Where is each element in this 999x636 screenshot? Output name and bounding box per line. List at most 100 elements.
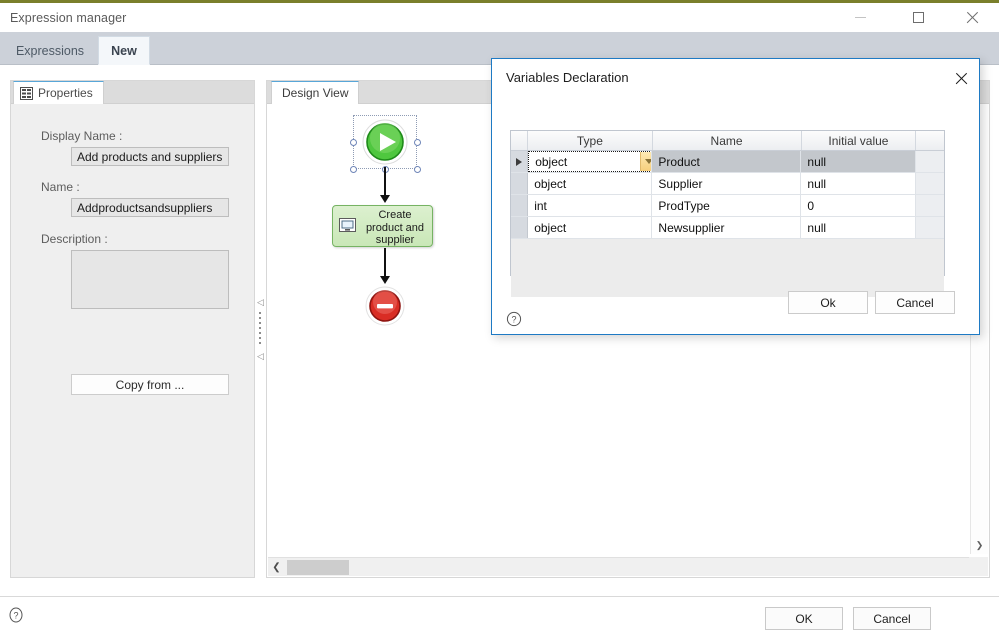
- selection-handle-bottom-right[interactable]: [414, 166, 421, 173]
- activity-screen-icon: [339, 218, 356, 232]
- cell-name[interactable]: Newsupplier: [652, 217, 802, 238]
- display-name-label: Display Name :: [41, 129, 123, 143]
- dialog-ok-label: Ok: [820, 295, 836, 310]
- name-input[interactable]: Addproductsandsuppliers: [71, 198, 229, 217]
- copy-from-button[interactable]: Copy from ...: [71, 374, 229, 395]
- stop-end-icon: [365, 286, 405, 326]
- cancel-button[interactable]: Cancel: [853, 607, 931, 630]
- svg-text:?: ?: [511, 314, 516, 324]
- table-header-initial-value[interactable]: Initial value: [801, 131, 917, 150]
- table-header-pad: [916, 131, 944, 150]
- close-icon: [966, 11, 979, 24]
- dialog-title: Variables Declaration: [506, 70, 629, 85]
- drag-grip-icon[interactable]: [259, 312, 261, 346]
- table-row[interactable]: object Product null: [511, 151, 945, 173]
- type-combobox[interactable]: object: [528, 151, 652, 172]
- cell-pad: [916, 151, 945, 172]
- chevron-left-icon[interactable]: ❮: [270, 561, 283, 574]
- cell-pad: [916, 173, 945, 194]
- ok-button[interactable]: OK: [765, 607, 843, 630]
- selection-handle-bottom-left[interactable]: [350, 166, 357, 173]
- minimize-icon: [854, 17, 866, 18]
- dialog-ok-button[interactable]: Ok: [788, 291, 868, 314]
- window-title: Expression manager: [10, 11, 127, 25]
- table-empty-area: [511, 239, 944, 297]
- cell-type[interactable]: object: [528, 151, 653, 172]
- cell-name[interactable]: ProdType: [652, 195, 802, 216]
- dialog-close-button[interactable]: [949, 66, 973, 90]
- properties-grid-icon: [20, 86, 33, 100]
- variables-table[interactable]: Type Name Initial value object Product n…: [510, 130, 945, 297]
- horizontal-scroll-thumb[interactable]: [287, 560, 349, 575]
- tab-new[interactable]: New: [98, 36, 150, 65]
- start-node[interactable]: [361, 118, 409, 166]
- maximize-icon: [912, 12, 924, 23]
- chevron-down-icon: [645, 159, 652, 164]
- type-combobox-value: object: [535, 154, 568, 169]
- help-question-icon[interactable]: ?: [8, 607, 24, 623]
- scrollbar-corner: [969, 557, 988, 576]
- close-window-button[interactable]: [949, 3, 995, 32]
- tab-expressions-label: Expressions: [15, 43, 85, 58]
- table-row[interactable]: object Newsupplier null: [511, 217, 945, 239]
- cell-type[interactable]: object: [528, 217, 653, 238]
- activity-node[interactable]: Create product and supplier: [332, 205, 433, 247]
- description-input[interactable]: [71, 250, 229, 309]
- footer-bar: ? OK Cancel: [0, 596, 999, 636]
- selection-handle-left[interactable]: [350, 139, 357, 146]
- design-view-tab-label: Design View: [282, 86, 349, 100]
- tab-properties[interactable]: Properties: [13, 81, 104, 104]
- cell-initial-value[interactable]: null: [801, 173, 917, 194]
- cell-initial-value[interactable]: 0: [801, 195, 917, 216]
- properties-panel: Properties Display Name : Add products a…: [10, 80, 255, 578]
- table-header-type[interactable]: Type: [528, 131, 653, 150]
- connector-activity-to-end: [384, 248, 386, 278]
- help-question-icon[interactable]: ?: [506, 311, 522, 327]
- collapse-left-arrow-icon-2[interactable]: ◁: [257, 352, 264, 361]
- variables-declaration-dialog: Variables Declaration Add Remove Type Na…: [491, 58, 980, 335]
- cell-name[interactable]: Product: [652, 151, 802, 172]
- dialog-cancel-label: Cancel: [896, 295, 934, 310]
- end-node[interactable]: [365, 286, 405, 326]
- cell-pad: [916, 195, 945, 216]
- ok-button-label: OK: [795, 611, 813, 626]
- cancel-button-label: Cancel: [873, 611, 911, 626]
- table-row[interactable]: object Supplier null: [511, 173, 945, 195]
- cell-type[interactable]: object: [528, 173, 653, 194]
- cell-initial-value[interactable]: null: [801, 217, 917, 238]
- cell-type[interactable]: int: [528, 195, 653, 216]
- row-selector-cell[interactable]: [511, 151, 529, 172]
- design-horizontal-scrollbar[interactable]: ❮ ❯: [268, 557, 988, 576]
- row-selector-cell[interactable]: [511, 173, 529, 194]
- dialog-cancel-button[interactable]: Cancel: [875, 291, 955, 314]
- type-dropdown-button[interactable]: [640, 152, 652, 171]
- cell-initial-value[interactable]: null: [801, 151, 917, 172]
- table-header-name[interactable]: Name: [652, 131, 802, 150]
- row-selector-arrow-icon: [516, 157, 523, 166]
- row-selector-cell[interactable]: [511, 217, 529, 238]
- tab-expressions[interactable]: Expressions: [5, 36, 95, 65]
- connector-arrowhead-2: [380, 276, 390, 284]
- copy-from-label: Copy from ...: [115, 377, 185, 392]
- tab-design-view[interactable]: Design View: [271, 81, 360, 104]
- properties-tab-label: Properties: [38, 86, 93, 100]
- cell-name[interactable]: Supplier: [652, 173, 802, 194]
- table-header-selector: [511, 131, 529, 150]
- name-label: Name :: [41, 180, 80, 194]
- maximize-button[interactable]: [895, 3, 941, 32]
- chevron-down-icon[interactable]: ❯: [971, 537, 988, 554]
- minimize-button[interactable]: [837, 3, 883, 32]
- properties-body: Display Name : Add products and supplier…: [11, 104, 254, 577]
- svg-text:?: ?: [13, 611, 18, 621]
- title-bar: Expression manager: [0, 3, 999, 33]
- play-start-icon: [362, 119, 408, 165]
- tab-new-label: New: [111, 43, 137, 58]
- row-selector-cell[interactable]: [511, 195, 529, 216]
- display-name-input[interactable]: Add products and suppliers: [71, 147, 229, 166]
- connector-arrowhead-1: [380, 195, 390, 203]
- collapse-left-arrow-icon[interactable]: ◁: [257, 298, 264, 307]
- selection-handle-right[interactable]: [414, 139, 421, 146]
- description-label: Description :: [41, 232, 108, 246]
- panel-splitter[interactable]: ◁ ◁: [255, 80, 266, 578]
- table-row[interactable]: int ProdType 0: [511, 195, 945, 217]
